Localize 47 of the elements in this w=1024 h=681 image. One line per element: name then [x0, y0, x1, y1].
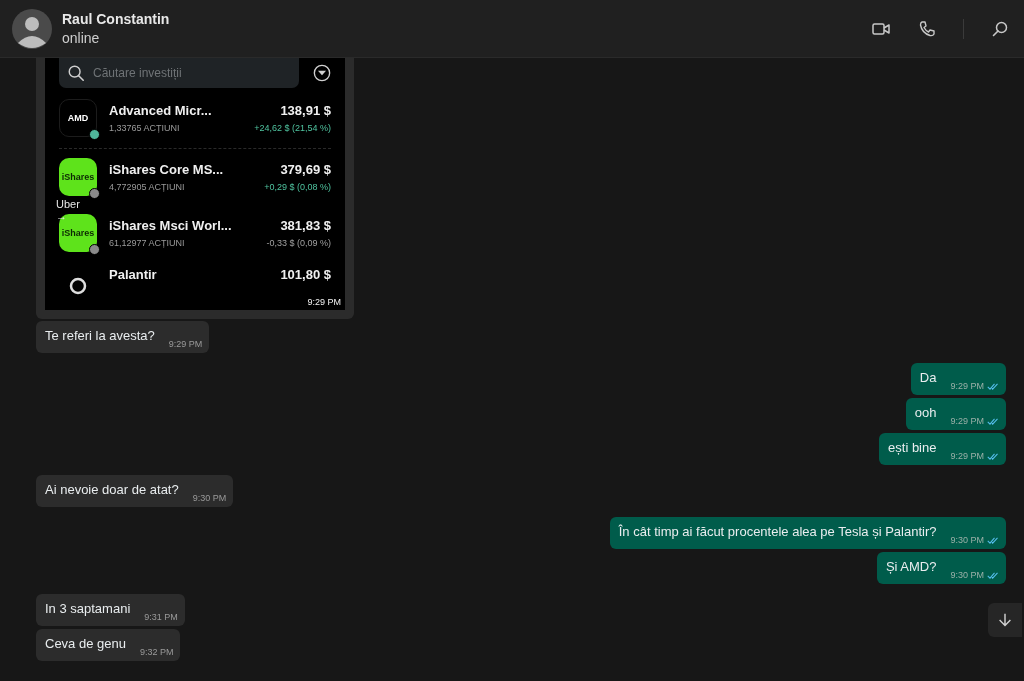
filter-icon[interactable]: [313, 64, 331, 82]
fund-logo: iShares: [59, 158, 97, 196]
down-arrow-icon: [996, 611, 1014, 629]
message-text: ești bine: [888, 440, 937, 457]
message-time: 9:29 PM: [950, 416, 984, 426]
price-change: +24,62 $ (21,54 %): [254, 123, 331, 133]
message-time: 9:29 PM: [307, 297, 341, 307]
message-time: 9:29 PM: [168, 339, 203, 349]
overlay-label: Uber: [56, 198, 80, 210]
holding-price: 381,83 $: [280, 218, 331, 233]
holding-name: iShares Core MS...: [109, 162, 224, 177]
search-icon: [67, 64, 85, 82]
message-time: 9:32 PM: [139, 647, 174, 657]
message-text: Ceva de genu: [45, 636, 126, 653]
message-time: 9:30 PM: [950, 570, 984, 580]
message-time: 9:30 PM: [192, 493, 227, 503]
scroll-down-button[interactable]: [988, 603, 1022, 637]
holding-name: Advanced Micr...: [109, 103, 212, 118]
message-time: 9:29 PM: [950, 381, 984, 391]
message-text: Da: [919, 370, 937, 387]
message-text: Te referi la avesta?: [45, 328, 155, 345]
company-logo: AMD: [59, 99, 97, 137]
message-text: Ai nevoie doar de atat?: [45, 482, 179, 499]
avatar-icon[interactable]: [12, 8, 52, 49]
holding-name: iShares Msci Worl...: [109, 218, 232, 233]
price-change: +0,29 $ (0,08 %): [264, 182, 331, 192]
phone-icon[interactable]: [917, 18, 937, 39]
share-count: 61,12977 ACȚIUNI: [109, 238, 185, 248]
search-field[interactable]: Căutare investiții: [59, 58, 299, 88]
holding-name: Palantir: [109, 267, 157, 282]
message-text: Și AMD?: [885, 559, 937, 576]
message-text: In 3 saptamani: [45, 601, 131, 618]
holding-price: 101,80 $: [280, 267, 331, 282]
holding-price: 379,69 $: [280, 162, 331, 177]
share-count: 4,772905 ACȚIUNI: [109, 182, 185, 192]
overlay-arrow: →: [56, 210, 68, 222]
message-text: ooh: [914, 405, 937, 422]
ring-icon: [68, 276, 88, 296]
message-time: 9:30 PM: [950, 535, 984, 545]
message-text: În cât timp ai făcut procentele alea pe Tesla și Palantir?: [618, 524, 937, 541]
holding-price: 138,91 $: [280, 103, 331, 118]
message-time: 9:29 PM: [950, 451, 984, 461]
message-time: 9:31 PM: [144, 612, 178, 622]
contact-status: online: [62, 30, 101, 46]
share-count: 1,33765 ACȚIUNI: [109, 123, 180, 133]
contact-name[interactable]: Raul Constantin: [62, 11, 170, 27]
price-change: -0,33 $ (0,09 %): [266, 238, 331, 248]
